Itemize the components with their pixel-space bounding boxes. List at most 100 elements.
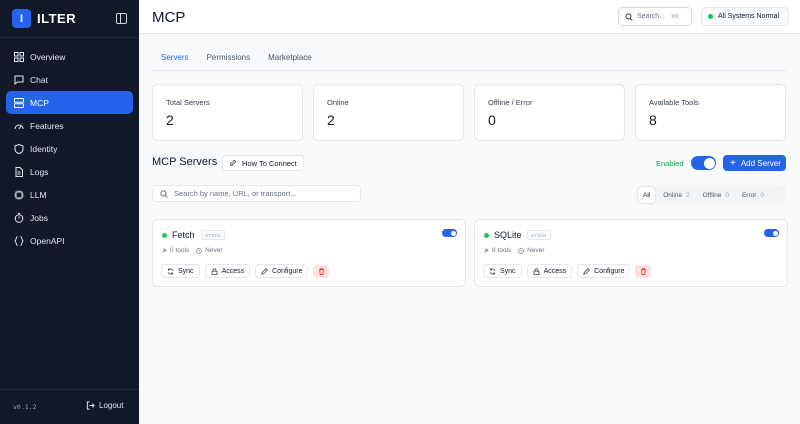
stat-label: Total Servers: [166, 98, 210, 107]
stat-card-total-servers: Total Servers 2: [152, 84, 303, 141]
search-icon: [160, 189, 168, 198]
filter-count: 0: [760, 191, 765, 199]
sidebar-item-features[interactable]: Features: [6, 114, 133, 137]
system-status-badge[interactable]: All Systems Normal: [701, 7, 789, 26]
sidebar-collapse-icon[interactable]: [116, 13, 127, 24]
global-enabled-toggle[interactable]: [691, 156, 716, 170]
sync-button[interactable]: Sync: [483, 264, 522, 278]
toggle-knob: [772, 230, 778, 236]
sidebar-item-logs[interactable]: Logs: [6, 160, 133, 183]
add-server-button[interactable]: + Add Server: [723, 155, 786, 171]
brand-name: ILTER: [37, 11, 77, 26]
divider: [0, 389, 139, 390]
configure-label: Configure: [272, 267, 303, 275]
tab-marketplace[interactable]: Marketplace: [259, 50, 321, 71]
sync-button[interactable]: Sync: [161, 264, 200, 278]
server-card-sqlite[interactable]: SQLite STDIO 8 tools Never Sync Access C…: [474, 219, 788, 287]
tools-icon: [161, 247, 167, 253]
section-title: MCP Servers: [152, 156, 218, 168]
header: MCP Search... ⌘K All Systems Normal: [139, 0, 800, 34]
server-card-fetch[interactable]: Fetch STDIO 0 tools Never Sync Access Co…: [152, 219, 466, 287]
tab-permissions[interactable]: Permissions: [198, 50, 260, 71]
server-enabled-toggle[interactable]: [442, 229, 457, 237]
status-dot-icon: [708, 14, 713, 19]
access-button[interactable]: Access: [526, 264, 573, 278]
toggle-knob: [450, 230, 456, 236]
access-button[interactable]: Access: [204, 264, 251, 278]
sidebar-item-llm[interactable]: LLM: [6, 183, 133, 206]
server-enabled-toggle[interactable]: [764, 229, 779, 237]
sidebar-item-label: Overview: [30, 51, 66, 62]
configure-button[interactable]: Configure: [255, 264, 309, 278]
sidebar-item-identity[interactable]: Identity: [6, 137, 133, 160]
gauge-icon: [14, 121, 24, 131]
server-actions: Sync Access Configure: [161, 264, 330, 278]
sync-label: Sync: [178, 267, 194, 275]
filter-error[interactable]: Error 0: [737, 187, 769, 203]
stat-label: Offline / Error: [488, 98, 533, 107]
stat-card-available-tools: Available Tools 8: [635, 84, 786, 141]
access-label: Access: [543, 267, 567, 275]
sidebar-item-label: MCP: [30, 97, 49, 108]
sidebar-item-mcp[interactable]: MCP: [6, 91, 133, 114]
status-dot-icon: [484, 233, 489, 238]
stat-value: 0: [488, 112, 496, 128]
status-dot-icon: [162, 233, 167, 238]
braces-icon: [14, 235, 24, 246]
sidebar: I ILTER Overview Chat MCP Features Ident…: [0, 0, 139, 424]
transport-badge: STDIO: [527, 230, 551, 240]
filter-label: Offline: [702, 191, 722, 199]
server-actions: Sync Access Configure: [483, 264, 652, 278]
tabs-divider: [152, 70, 786, 71]
tab-servers[interactable]: Servers: [152, 50, 198, 71]
search-placeholder: Search...: [637, 13, 666, 20]
how-to-connect-button[interactable]: How To Connect: [222, 155, 304, 171]
tool-count: 8 tools: [492, 247, 512, 254]
search-placeholder: Search by name, URL, or transport...: [174, 189, 297, 198]
status-text: All Systems Normal: [718, 13, 780, 20]
timer-icon: [14, 212, 24, 223]
configure-label: Configure: [594, 267, 625, 275]
sidebar-nav: Overview Chat MCP Features Identity Logs…: [6, 45, 133, 252]
pencil-icon: [261, 267, 268, 275]
brand[interactable]: I ILTER: [12, 9, 76, 28]
filter-label: All: [643, 191, 651, 199]
logout-button[interactable]: Logout: [86, 401, 123, 410]
link-icon: [230, 160, 236, 166]
sidebar-item-chat[interactable]: Chat: [6, 68, 133, 91]
filter-offline[interactable]: Offline 0: [698, 187, 734, 203]
version-label: v0.1.2: [13, 403, 37, 411]
last-sync: Never: [205, 247, 223, 254]
delete-button[interactable]: [635, 264, 652, 278]
filter-label: Error: [741, 191, 757, 199]
refresh-icon: [167, 268, 174, 274]
stat-label: Available Tools: [649, 98, 699, 107]
stat-card-offline-error: Offline / Error 0: [474, 84, 625, 141]
chat-icon: [14, 75, 24, 85]
server-name: SQLite: [494, 230, 522, 240]
logout-icon: [86, 401, 95, 410]
filter-online[interactable]: Online 2: [658, 187, 694, 203]
sidebar-item-overview[interactable]: Overview: [6, 45, 133, 68]
sidebar-item-jobs[interactable]: Jobs: [6, 206, 133, 229]
how-to-connect-label: How To Connect: [242, 158, 297, 168]
tab-bar: Servers Permissions Marketplace: [152, 50, 321, 71]
configure-button[interactable]: Configure: [577, 264, 631, 278]
sidebar-item-openapi[interactable]: OpenAPI: [6, 229, 133, 252]
stat-label: Online: [327, 98, 349, 107]
sidebar-item-label: Features: [30, 120, 64, 131]
global-search-input[interactable]: Search... ⌘K: [618, 7, 692, 26]
file-icon: [14, 166, 24, 177]
pencil-icon: [583, 267, 590, 275]
tools-icon: [483, 247, 489, 253]
enabled-label: Enabled: [656, 159, 684, 168]
clock-icon: [196, 247, 202, 254]
server-name: Fetch: [172, 230, 195, 240]
tool-count: 0 tools: [170, 247, 190, 254]
delete-button[interactable]: [313, 264, 330, 278]
server-search-input[interactable]: Search by name, URL, or transport...: [152, 185, 361, 202]
server-icon: [14, 97, 24, 108]
refresh-icon: [489, 268, 496, 274]
trash-icon: [319, 267, 324, 275]
filter-all[interactable]: All: [638, 187, 656, 203]
